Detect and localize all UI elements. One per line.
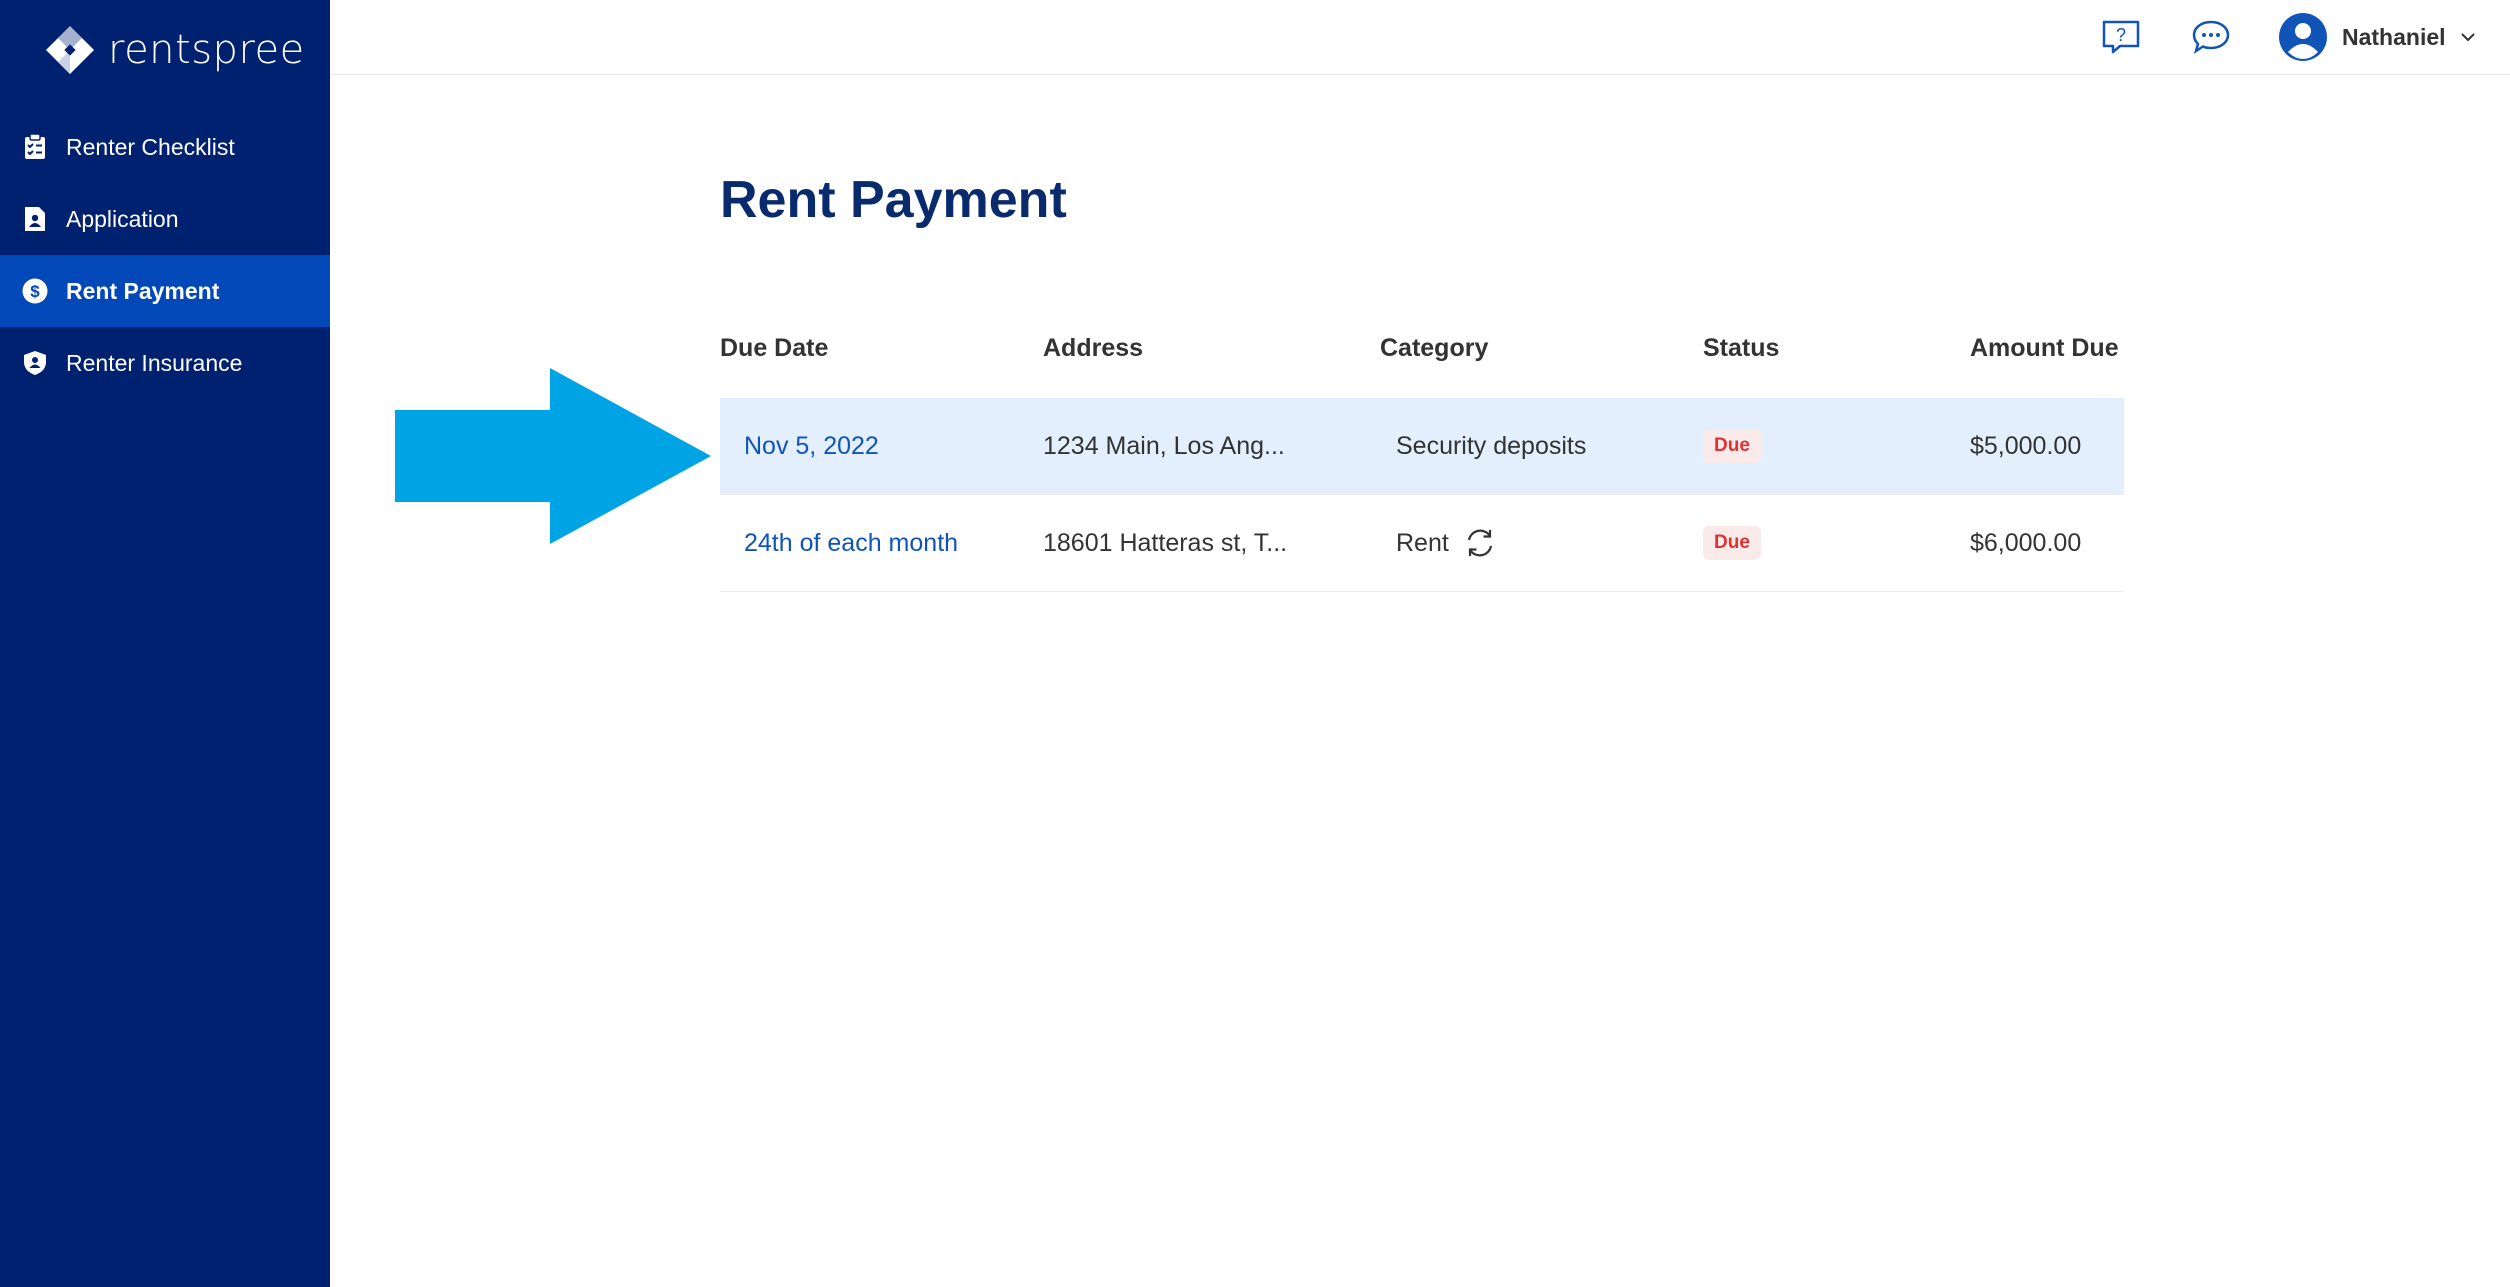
- column-header-amount-due[interactable]: Amount Due: [1970, 334, 2119, 363]
- brand-logo[interactable]: rentspree: [44, 22, 305, 78]
- document-user-icon: [22, 206, 48, 232]
- amount-cell: $6,000.00: [1970, 528, 2082, 557]
- column-header-due-date[interactable]: Due Date: [720, 334, 828, 363]
- messages-button[interactable]: [2188, 14, 2234, 60]
- svg-text:?: ?: [2116, 25, 2126, 45]
- due-date-link[interactable]: 24th of each month: [744, 495, 958, 591]
- address-cell: 18601 Hatteras st, T...: [1043, 528, 1288, 557]
- rentspree-logo-icon: [46, 26, 94, 74]
- status-cell: Due: [1703, 495, 1761, 591]
- sidebar-nav: Renter Checklist Application $ Rent Paym…: [0, 111, 330, 399]
- sidebar-item-label: Renter Insurance: [66, 349, 243, 376]
- sidebar: rentspree Renter Checklist Application $…: [0, 0, 330, 1287]
- status-badge: Due: [1703, 526, 1761, 560]
- sidebar-item-label: Renter Checklist: [66, 133, 235, 160]
- recurring-icon: [1467, 529, 1492, 557]
- address-cell: 1234 Main, Los Ang...: [1043, 431, 1285, 460]
- brand-name: rentspree: [108, 27, 305, 73]
- chevron-down-icon: [2460, 33, 2475, 42]
- table-row[interactable]: 24th of each month 18601 Hatteras st, T.…: [720, 495, 2124, 592]
- sidebar-item-renter-insurance[interactable]: Renter Insurance: [0, 327, 330, 399]
- avatar-icon: [2279, 13, 2327, 61]
- status-badge: Due: [1703, 429, 1761, 463]
- clipboard-check-icon: [22, 134, 48, 160]
- message-bubble-icon: [2192, 20, 2230, 54]
- category-cell: Security deposits: [1396, 431, 1587, 460]
- top-bar: ? Nathaniel: [330, 0, 2510, 75]
- due-date-link[interactable]: Nov 5, 2022: [744, 398, 879, 494]
- sidebar-item-application[interactable]: Application: [0, 183, 330, 255]
- category-text: Rent: [1396, 528, 1449, 557]
- sidebar-item-label: Rent Payment: [66, 277, 220, 304]
- sidebar-item-label: Application: [66, 205, 179, 232]
- table-row[interactable]: Nov 5, 2022 1234 Main, Los Ang... Securi…: [720, 398, 2124, 495]
- page-title: Rent Payment: [720, 171, 1067, 229]
- sidebar-item-rent-payment[interactable]: $ Rent Payment: [0, 255, 330, 327]
- user-menu[interactable]: Nathaniel: [2278, 8, 2476, 66]
- payments-table: Due Date Address Category Status Amount …: [720, 320, 2124, 592]
- column-header-category[interactable]: Category: [1380, 334, 1488, 363]
- help-button[interactable]: ?: [2098, 14, 2144, 60]
- pointer-arrow-icon: [395, 368, 711, 544]
- help-chat-icon: ?: [2102, 20, 2140, 54]
- user-name: Nathaniel: [2342, 23, 2446, 50]
- column-header-status[interactable]: Status: [1703, 334, 1779, 363]
- sidebar-item-renter-checklist[interactable]: Renter Checklist: [0, 111, 330, 183]
- status-cell: Due: [1703, 398, 1761, 494]
- column-header-address[interactable]: Address: [1043, 334, 1143, 363]
- shield-user-icon: [22, 350, 48, 376]
- category-cell: Rent: [1396, 495, 1497, 591]
- table-header: Due Date Address Category Status Amount …: [720, 320, 2124, 380]
- svg-text:$: $: [30, 282, 40, 301]
- dollar-circle-icon: $: [22, 278, 48, 304]
- amount-cell: $5,000.00: [1970, 431, 2082, 460]
